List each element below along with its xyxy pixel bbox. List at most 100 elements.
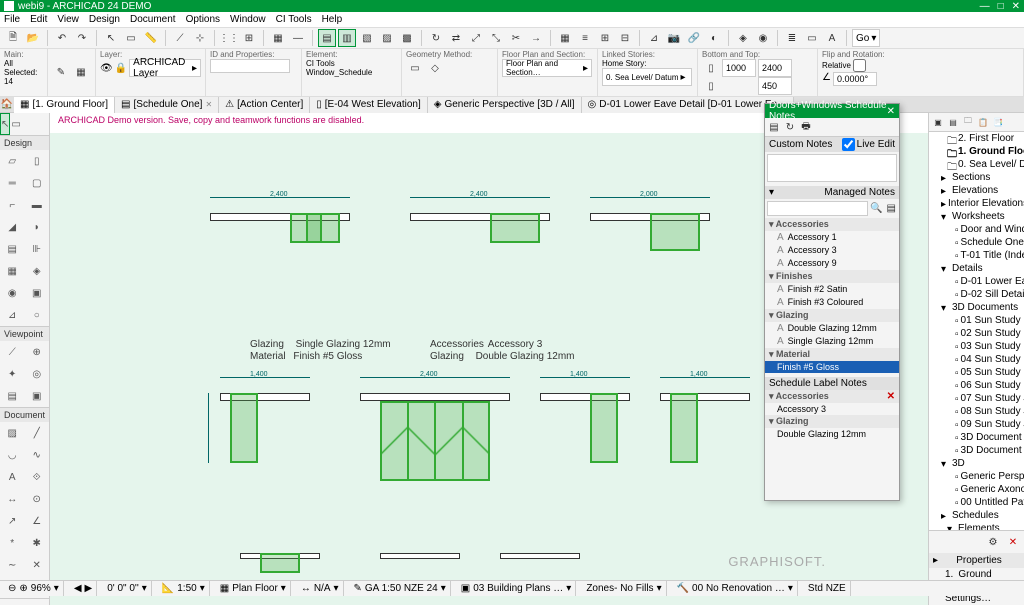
tree-item[interactable]: ▾Worksheets [929, 210, 1024, 223]
text-tool[interactable]: A [0, 466, 25, 488]
align-button[interactable]: ≡ [576, 29, 594, 47]
design-header[interactable]: Design [0, 136, 49, 150]
notes-close-icon[interactable]: ✕ [887, 106, 895, 117]
camera-button[interactable]: 📷 [665, 29, 683, 47]
building-value[interactable]: 03 Building Plans … [473, 583, 563, 594]
active-view2-button[interactable]: ▥ [338, 29, 356, 47]
view3-button[interactable]: ▧ [358, 29, 376, 47]
remove-category-icon[interactable]: ✕ [887, 391, 895, 402]
open-button[interactable]: 📂 [24, 29, 42, 47]
tree-item[interactable]: ▾Elements [929, 522, 1024, 530]
cursor-button[interactable]: ↖ [102, 29, 120, 47]
note-category[interactable]: ▾ Glazing [765, 309, 899, 322]
ungroup-button[interactable]: ⊟ [616, 29, 634, 47]
menu-view[interactable]: View [57, 14, 79, 25]
bt-icon2[interactable]: ▯ [702, 77, 720, 95]
info-tool2[interactable]: ▦ [72, 64, 90, 82]
nav-btn2[interactable]: ▤ [946, 115, 960, 129]
mesh-button[interactable]: ⊿ [645, 29, 663, 47]
elevation-tool[interactable]: ⊕ [25, 341, 50, 363]
worksheet-tool[interactable]: ▤ [0, 385, 25, 407]
undo-button[interactable]: ↶ [53, 29, 71, 47]
tree-item[interactable]: ▾3D Documents [929, 301, 1024, 314]
tree-item[interactable]: ▾Details [929, 262, 1024, 275]
tree-item[interactable]: ▾3D [929, 457, 1024, 470]
menu-window[interactable]: Window [230, 14, 266, 25]
curtain-wall-tool[interactable]: ▦ [0, 260, 25, 282]
tree-item[interactable]: 🗀1. Ground Floor [929, 145, 1024, 158]
tree-item[interactable]: ▫06 Sun Study Mar / [929, 379, 1024, 392]
tree-item[interactable]: ▫D-01 Lower Eave De [929, 275, 1024, 288]
note-item[interactable]: ADouble Glazing 12mm [765, 322, 899, 335]
bt-input1[interactable] [722, 59, 756, 77]
bt-input3[interactable] [758, 77, 792, 95]
idprop-input[interactable] [210, 59, 290, 73]
beam-tool[interactable]: ═ [0, 172, 25, 194]
morph-button[interactable]: ◈ [734, 29, 752, 47]
wall-tool[interactable]: ▱ [0, 150, 25, 172]
arrow-tool[interactable]: ↖ [0, 113, 10, 135]
document-header[interactable]: Document [0, 408, 49, 422]
info-tool1[interactable]: ✎ [52, 64, 70, 82]
geom-btn2[interactable]: ◇ [426, 59, 444, 77]
menu-file[interactable]: File [4, 14, 20, 25]
door-tool[interactable]: ⌐ [0, 194, 25, 216]
move-button[interactable]: ⤢ [467, 29, 485, 47]
tab-west-elevation[interactable]: ▯ [E-04 West Elevation] [310, 97, 428, 113]
eye-icon[interactable]: 👁 [100, 63, 113, 74]
live-edit-check[interactable] [842, 138, 855, 151]
grid-tool[interactable]: * [0, 532, 25, 554]
fill-button[interactable]: ▦ [269, 29, 287, 47]
nav-left-icon[interactable]: ◀ [74, 583, 82, 594]
zoom-in-icon[interactable]: ⊕ [19, 583, 27, 594]
angle-input[interactable] [833, 72, 877, 86]
tab-lower-eave[interactable]: ◎ D-01 Lower Eave Detail [D-01 Lower Ea… [582, 97, 795, 113]
nav-settings-icon[interactable]: ⚙ [984, 533, 1002, 551]
note-item[interactable]: Finish #5 Gloss [765, 361, 899, 373]
zoom-value[interactable]: 96% [31, 583, 51, 594]
story-button[interactable]: ▭ [803, 29, 821, 47]
properties-chevron-icon[interactable]: ▸ [933, 555, 938, 566]
column-tool[interactable]: ▯ [25, 150, 50, 172]
bt-icon1[interactable]: ▯ [702, 59, 720, 77]
line-weight-button[interactable]: ⟋ [171, 29, 189, 47]
relative-check[interactable] [853, 59, 866, 72]
lock-icon[interactable]: 🔒 [115, 63, 127, 74]
schedule-note-item[interactable]: Double Glazing 12mm [765, 428, 899, 440]
change-tool[interactable]: ✱ [25, 532, 50, 554]
angle-dim-tool[interactable]: ∠ [25, 510, 50, 532]
tree-item[interactable]: ▫Generic Axonometr [929, 483, 1024, 496]
view4-button[interactable]: ▨ [378, 29, 396, 47]
tab-schedule-one[interactable]: ▤ [Schedule One] ✕ [115, 97, 219, 113]
nav-tree[interactable]: 🗀2. First Floor🗀1. Ground Floor🗀0. Sea L… [929, 132, 1024, 530]
tab-home-icon[interactable]: 🏠 [0, 98, 14, 112]
shell-tool[interactable]: ◗ [25, 216, 50, 238]
marquee-button[interactable]: ▭ [122, 29, 140, 47]
tree-item[interactable]: ▸Interior Elevations [929, 197, 1024, 210]
tab-action-center[interactable]: ⚠ [Action Center] [219, 97, 310, 113]
custom-notes-textarea[interactable] [767, 154, 897, 182]
tree-item[interactable]: ▫03 Sun Study Dec 2 [929, 340, 1024, 353]
schedule-note-item[interactable]: Accessory 3 [765, 403, 899, 415]
schedule-note-category[interactable]: ▾ Glazing [765, 415, 899, 428]
redo-button[interactable]: ↷ [73, 29, 91, 47]
tree-item[interactable]: ▫01 Sun Study Dec 2 [929, 314, 1024, 327]
tree-item[interactable]: ▫Generic Perspective [929, 470, 1024, 483]
section-tool[interactable]: ⟋ [0, 341, 25, 363]
active-view1-button[interactable]: ▤ [318, 29, 336, 47]
tree-item[interactable]: ▫3D Document Persp [929, 444, 1024, 457]
tab-generic-perspective[interactable]: ◈ Generic Perspective [3D / All] [428, 97, 582, 113]
polyline-tool[interactable]: ∿ [25, 444, 50, 466]
menu-options[interactable]: Options [186, 14, 220, 25]
dimension-tool[interactable]: ↔ [0, 488, 25, 510]
detail-tool[interactable]: ◎ [25, 363, 50, 385]
opening-tool[interactable]: ○ [25, 304, 50, 326]
note-category[interactable]: ▾ Finishes [765, 270, 899, 283]
window-tool[interactable]: ▢ [25, 172, 50, 194]
snap-grid-button[interactable]: ⊞ [240, 29, 258, 47]
measure-button[interactable]: 📏 [142, 29, 160, 47]
grid-button[interactable]: ⋮⋮ [220, 29, 238, 47]
notes-search-input[interactable] [767, 201, 868, 216]
spline-tool[interactable]: ∼ [0, 554, 25, 576]
tree-item[interactable]: ▫D-02 Sill Detail (Dra [929, 288, 1024, 301]
